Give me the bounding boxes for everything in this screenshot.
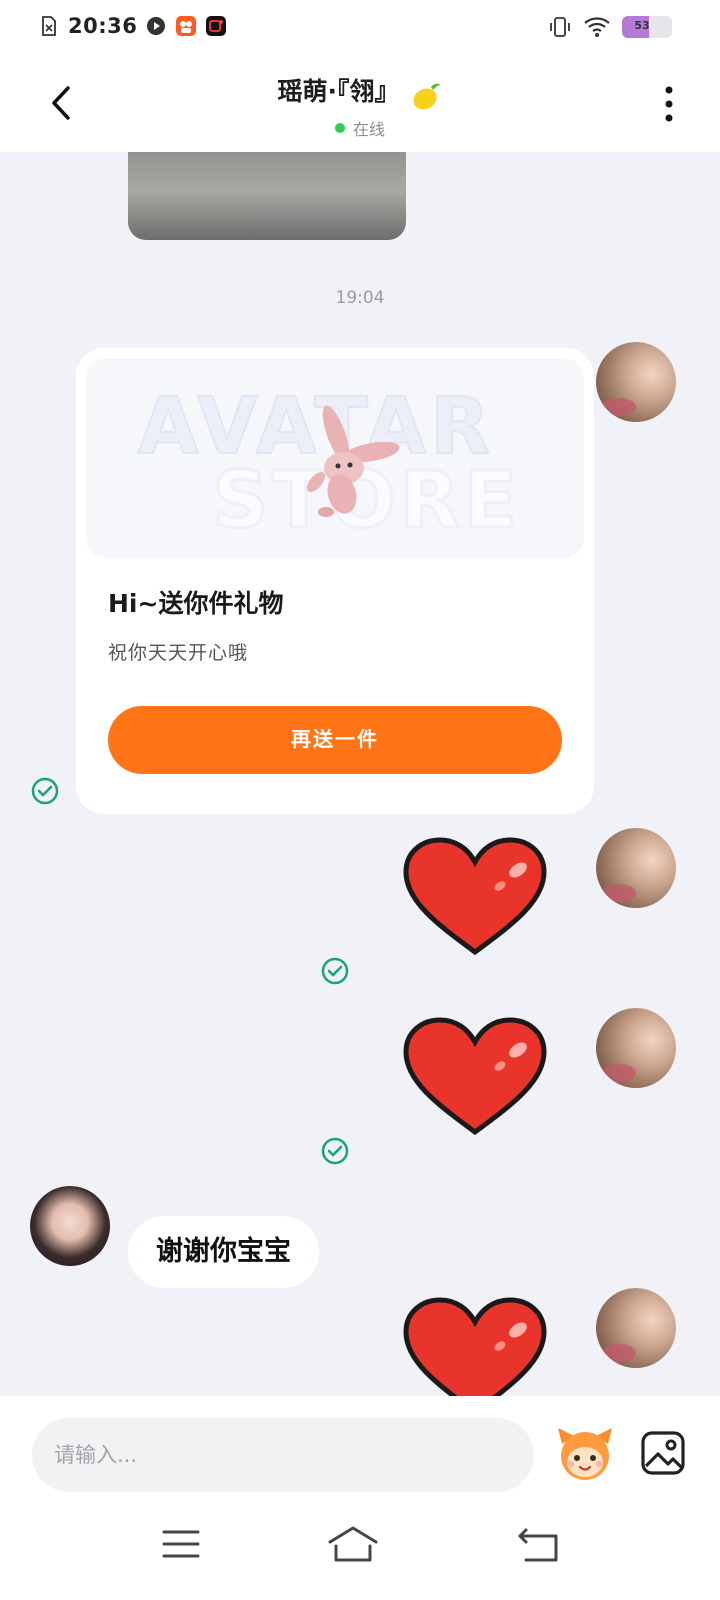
contact-avatar[interactable] bbox=[30, 1186, 110, 1266]
gift-title: Hi~送你件礼物 bbox=[108, 589, 284, 618]
mascot-emoji-button[interactable] bbox=[554, 1422, 616, 1484]
wifi-icon bbox=[584, 17, 610, 37]
screen-record-app-icon bbox=[206, 16, 227, 36]
system-navigation-bar bbox=[0, 1498, 720, 1600]
image-picker-button[interactable] bbox=[640, 1430, 686, 1476]
contact-name: 瑶萌·『翎』 bbox=[277, 77, 400, 106]
chat-header: 瑶萌·『翎』 在线 bbox=[0, 56, 720, 152]
read-check-icon bbox=[321, 957, 349, 985]
read-check-icon bbox=[31, 777, 59, 805]
heart-sticker-icon[interactable] bbox=[400, 834, 550, 960]
file-error-icon bbox=[42, 16, 56, 36]
chat-messages[interactable]: 19:04 AVATAR STORE Hi~送你件礼物 祝你天天开心哦 再送一件 bbox=[0, 152, 720, 1396]
back-nav-icon[interactable] bbox=[512, 1524, 566, 1564]
input-bar bbox=[0, 1396, 720, 1498]
received-message[interactable]: 谢谢你宝宝 bbox=[128, 1216, 319, 1288]
my-avatar[interactable] bbox=[596, 342, 676, 422]
status-bar: 20:36 53 bbox=[0, 0, 720, 56]
my-avatar[interactable] bbox=[596, 828, 676, 908]
gift-banner: AVATAR STORE bbox=[86, 358, 584, 558]
gift-subtitle: 祝你天天开心哦 bbox=[108, 642, 249, 664]
read-check-icon bbox=[321, 1137, 349, 1165]
online-status: 在线 bbox=[352, 119, 385, 139]
message-input[interactable] bbox=[32, 1418, 534, 1492]
heart-sticker-icon[interactable] bbox=[400, 1294, 550, 1396]
my-avatar[interactable] bbox=[596, 1288, 676, 1368]
battery-percent: 53 bbox=[634, 19, 650, 32]
menu-nav-icon[interactable] bbox=[154, 1524, 208, 1564]
time-separator: 19:04 bbox=[335, 288, 385, 308]
more-options-button[interactable] bbox=[654, 80, 684, 128]
battery-indicator: 53 bbox=[622, 16, 672, 38]
photo-message[interactable] bbox=[128, 152, 406, 240]
bunny-gift-icon bbox=[307, 405, 400, 517]
play-app-icon bbox=[147, 17, 166, 35]
contact-info[interactable]: 瑶萌·『翎』 在线 bbox=[0, 72, 720, 140]
send-another-gift-button[interactable]: 再送一件 bbox=[108, 706, 562, 774]
my-avatar[interactable] bbox=[596, 1008, 676, 1088]
clock: 20:36 bbox=[68, 14, 138, 38]
online-dot bbox=[334, 122, 345, 133]
home-nav-icon[interactable] bbox=[326, 1524, 380, 1564]
vibrate-icon bbox=[550, 17, 570, 37]
kuaishou-app-icon bbox=[176, 16, 197, 36]
lemon-icon bbox=[413, 83, 440, 110]
gift-card[interactable]: AVATAR STORE Hi~送你件礼物 祝你天天开心哦 再送一件 bbox=[76, 348, 594, 814]
heart-sticker-icon[interactable] bbox=[400, 1014, 550, 1140]
